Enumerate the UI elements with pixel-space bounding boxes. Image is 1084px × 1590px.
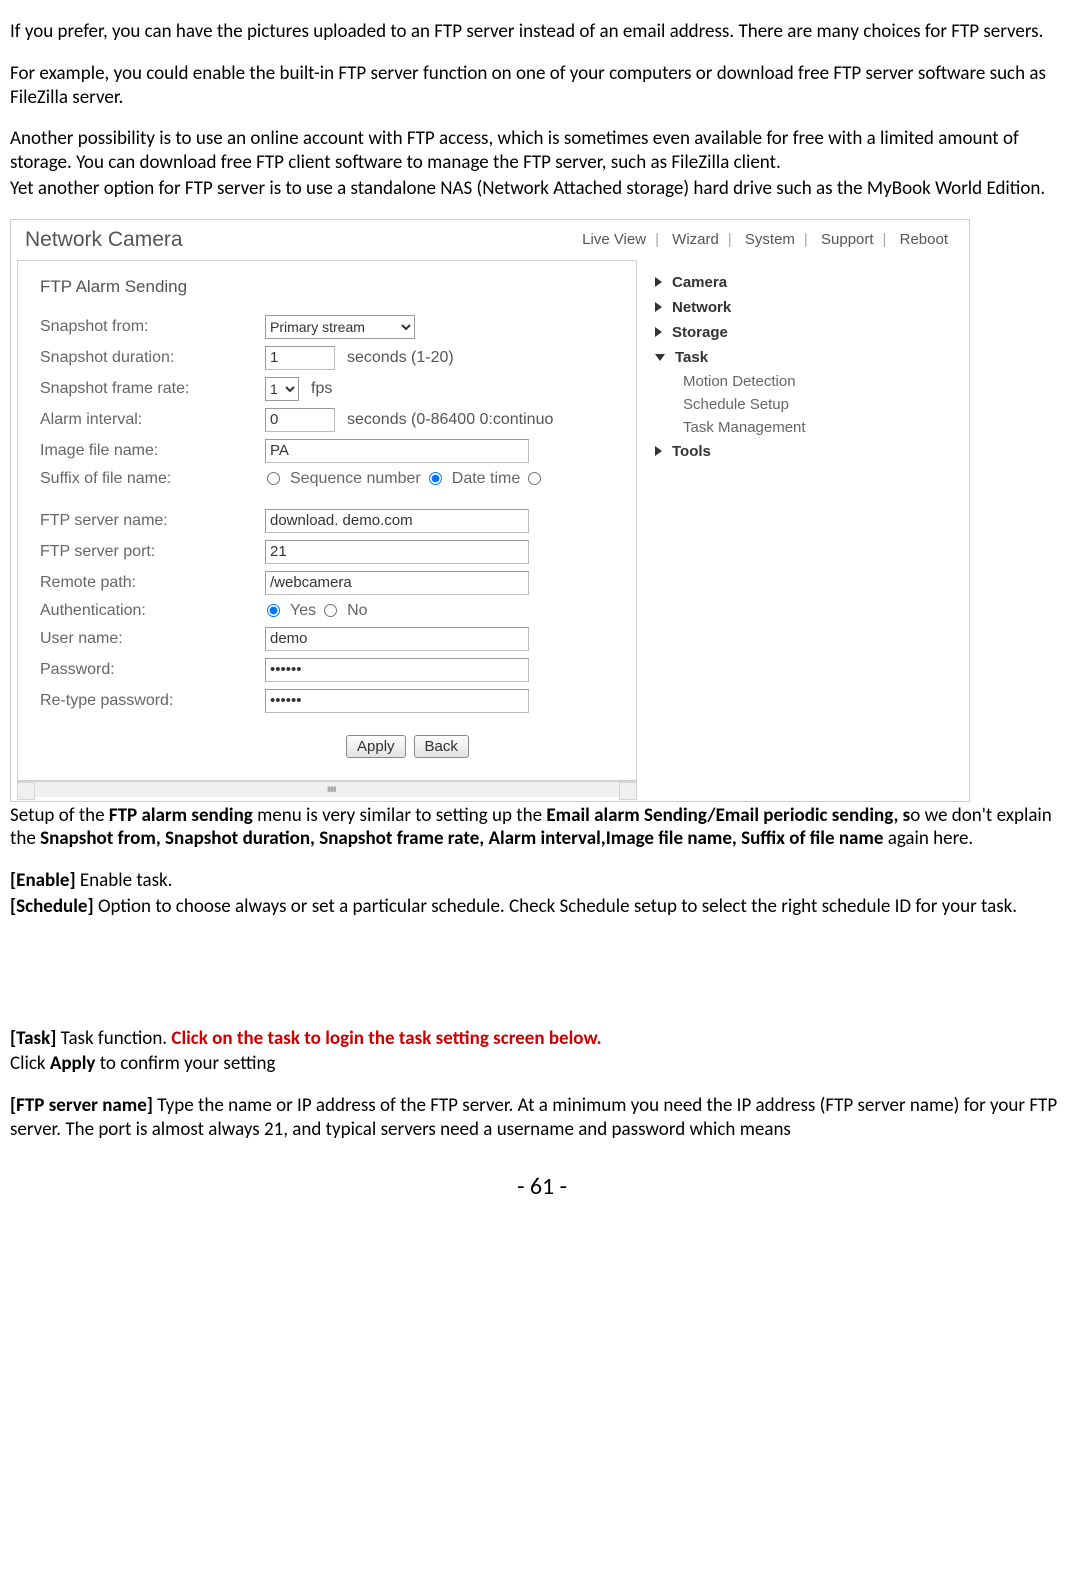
tab-wizard[interactable]: Wizard <box>665 231 726 248</box>
label-snapshot-duration: Snapshot duration: <box>40 349 265 367</box>
suffix-seq-radio[interactable] <box>267 472 280 485</box>
label-ftp-server-port: FTP server port: <box>40 543 265 561</box>
page-number: - 61 - <box>10 1172 1074 1201</box>
snapshot-duration-unit: seconds (1-20) <box>347 349 454 367</box>
label-snapshot-from: Snapshot from: <box>40 318 265 336</box>
tree-tools[interactable]: Tools <box>655 439 806 464</box>
tab-support[interactable]: Support <box>814 231 881 248</box>
snapshot-duration-input[interactable] <box>265 346 335 370</box>
snapshot-frame-unit: fps <box>311 380 332 398</box>
tab-system[interactable]: System <box>738 231 802 248</box>
label-password: Password: <box>40 661 265 679</box>
ftp-server-name-input[interactable] <box>265 509 529 533</box>
settings-screenshot: Network Camera Live View| Wizard| System… <box>10 219 970 802</box>
tree-camera[interactable]: Camera <box>655 270 806 295</box>
ftp-alarm-panel: FTP Alarm Sending Snapshot from: Primary… <box>17 260 637 781</box>
intro-p2: For example, you could enable the built-… <box>10 62 1074 110</box>
remote-path-input[interactable] <box>265 571 529 595</box>
retype-password-input[interactable] <box>265 689 529 713</box>
suffix-seq-label: Sequence number <box>290 470 421 488</box>
label-authentication: Authentication: <box>40 602 265 620</box>
ftp-server-port-input[interactable] <box>265 540 529 564</box>
horizontal-scrollbar[interactable]: ▮▮▮ <box>17 781 637 797</box>
auth-yes-radio[interactable] <box>267 604 280 617</box>
top-tabs: Live View| Wizard| System| Support| Rebo… <box>575 231 955 248</box>
auth-yes-label: Yes <box>290 602 316 620</box>
suffix-date-radio[interactable] <box>429 472 442 485</box>
tree-task[interactable]: Task <box>655 345 806 370</box>
label-snapshot-frame: Snapshot frame rate: <box>40 380 265 398</box>
app-title: Network Camera <box>25 228 183 252</box>
label-suffix: Suffix of file name: <box>40 470 265 488</box>
panel-title: FTP Alarm Sending <box>40 277 636 297</box>
tab-live-view[interactable]: Live View <box>575 231 653 248</box>
tree-task-management[interactable]: Task Management <box>683 416 806 439</box>
alarm-interval-input[interactable] <box>265 408 335 432</box>
alarm-interval-unit: seconds (0-86400 0:continuo <box>347 411 553 429</box>
label-user-name: User name: <box>40 630 265 648</box>
ftp-server-name-line: [FTP server name] Type the name or IP ad… <box>10 1094 1074 1142</box>
click-apply-line: Click Apply to confirm your setting <box>10 1052 1074 1076</box>
auth-no-radio[interactable] <box>324 604 337 617</box>
label-image-file-name: Image file name: <box>40 442 265 460</box>
sidebar-tree: Camera Network Storage Task Motion Detec… <box>643 254 806 801</box>
apply-button[interactable]: Apply <box>346 735 406 758</box>
tree-network[interactable]: Network <box>655 295 806 320</box>
password-input[interactable] <box>265 658 529 682</box>
intro-p1: If you prefer, you can have the pictures… <box>10 20 1074 44</box>
chevron-down-icon <box>655 354 665 361</box>
chevron-right-icon <box>655 277 662 287</box>
label-ftp-server-name: FTP server name: <box>40 512 265 530</box>
suffix-date-label: Date time <box>452 470 520 488</box>
label-alarm-interval: Alarm interval: <box>40 411 265 429</box>
auth-no-label: No <box>347 602 367 620</box>
setup-note: Setup of the FTP alarm sending menu is v… <box>10 804 1074 852</box>
tree-schedule-setup[interactable]: Schedule Setup <box>683 393 806 416</box>
suffix-third-radio[interactable] <box>528 472 541 485</box>
intro-p4: Yet another option for FTP server is to … <box>10 177 1074 201</box>
image-file-name-input[interactable] <box>265 439 529 463</box>
intro-p3: Another possibility is to use an online … <box>10 127 1074 175</box>
label-retype-password: Re-type password: <box>40 692 265 710</box>
task-line: [Task] Task function. Click on the task … <box>10 1027 1074 1051</box>
snapshot-frame-select[interactable]: 1 <box>265 377 299 401</box>
tree-motion-detection[interactable]: Motion Detection <box>683 370 806 393</box>
user-name-input[interactable] <box>265 627 529 651</box>
chevron-right-icon <box>655 446 662 456</box>
snapshot-from-select[interactable]: Primary stream <box>265 315 415 339</box>
chevron-right-icon <box>655 302 662 312</box>
chevron-right-icon <box>655 327 662 337</box>
enable-line: [Enable] Enable task. <box>10 869 1074 893</box>
back-button[interactable]: Back <box>414 735 469 758</box>
label-remote-path: Remote path: <box>40 574 265 592</box>
tab-reboot[interactable]: Reboot <box>893 231 955 248</box>
schedule-line: [Schedule] Option to choose always or se… <box>10 895 1074 919</box>
tree-storage[interactable]: Storage <box>655 320 806 345</box>
